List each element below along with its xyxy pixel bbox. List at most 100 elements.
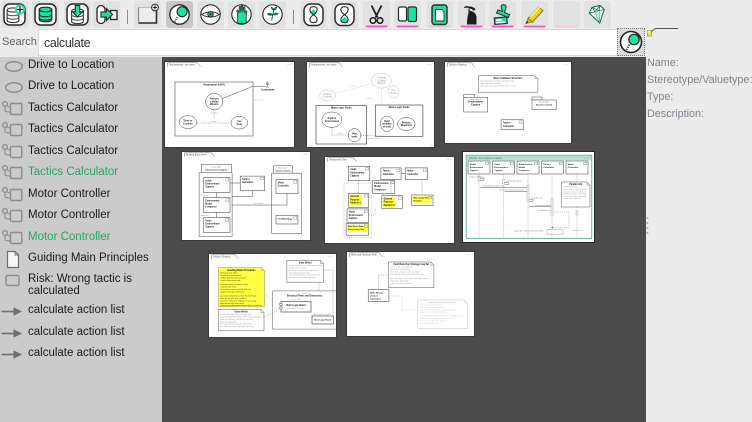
svg-text:Processing Chip: Processing Chip — [347, 228, 364, 231]
svg-text:«connector»: «connector» — [199, 213, 208, 216]
svg-text:safety the the gets with being: safety the the gets with being — [220, 290, 244, 293]
svg-text:Environment: Environment — [205, 222, 219, 225]
svg-text:Building Block View: Building Block View — [186, 154, 206, 156]
svg-text:Tactics: Tactics — [242, 177, 250, 180]
svg-text:Motor: Motor — [407, 169, 413, 172]
svg-text:« extend »: « extend » — [210, 120, 218, 123]
svg-text:uses mission: uses mission — [254, 99, 264, 101]
svg-text:modules: modules — [382, 123, 392, 125]
svg-text:analyze audio signal: analyze audio signal — [469, 176, 485, 178]
svg-text:Location: Location — [183, 122, 193, 125]
svg-text:«plan»: «plan» — [337, 133, 342, 135]
svg-text:Risks and Technical Debt: Risks and Technical Debt — [351, 254, 377, 257]
svg-text:Guiding Main Principles: Guiding Main Principles — [227, 269, 256, 272]
svg-text:I/O Watchdog: I/O Watchdog — [277, 217, 292, 220]
svg-text:«connector»: «connector» — [199, 193, 208, 196]
svg-text:create 3d scene: create 3d scene — [531, 196, 543, 199]
svg-text:Model: Model — [519, 167, 526, 169]
svg-text:Capture: Capture — [470, 169, 479, 172]
svg-text:na 1/1: na 1/1 — [466, 254, 471, 256]
svg-text:Capture: Capture — [471, 103, 481, 106]
svg-text:Solution Strategy: Solution Strategy — [449, 64, 467, 67]
svg-text:Fault Detection (main layer): Fault Detection (main layer) — [429, 301, 456, 304]
svg-text:Inner World: Inner World — [298, 261, 311, 264]
svg-text:Environment: Environment — [205, 199, 219, 202]
svg-text:Purpose: Purpose — [350, 199, 360, 201]
svg-text:Electrical Parts and Electroni: Electrical Parts and Electronics — [286, 294, 322, 297]
svg-text:Outer World: Outer World — [234, 310, 248, 313]
svg-text:Environment Capture: Environment Capture — [205, 168, 228, 171]
svg-text:Environment: Environment — [350, 171, 364, 174]
svg-text:Capture: Capture — [205, 185, 214, 188]
svg-text:Main Logic Tasks: Main Logic Tasks — [331, 106, 352, 109]
svg-text:Video: Video — [205, 220, 212, 222]
svg-text:General: General — [350, 196, 359, 198]
svg-text:Environment: Environment — [374, 182, 388, 185]
svg-text:na 1/1: na 1/1 — [287, 64, 292, 66]
svg-text:na 1/1: na 1/1 — [564, 64, 569, 66]
svg-text:which being with sensor main t: which being with sensor main tasks about — [390, 273, 425, 276]
svg-text:sensor which safety the: sensor which safety the — [564, 197, 582, 200]
svg-text:Calculator: Calculator — [543, 166, 554, 169]
svg-text:precalculated: precalculated — [573, 229, 583, 232]
svg-text:«base logic»: «base logic» — [211, 166, 222, 168]
svg-text:Capture: Capture — [494, 169, 503, 172]
svg-text:System Control: System Control — [275, 169, 290, 172]
svg-text:update time «day» action list: update time «day» action list for 400ms — [514, 230, 544, 233]
svg-text:General: General — [383, 198, 392, 200]
svg-text:Chart: Chart — [384, 119, 390, 122]
svg-text:Perform: Perform — [401, 122, 410, 124]
svg-text:Motor: Motor — [568, 163, 574, 166]
svg-text:«base logic»: «base logic» — [538, 102, 549, 104]
svg-text:Solution Strategy: Solution Strategy — [212, 255, 230, 258]
svg-text:na 1/1: na 1/1 — [584, 158, 589, 160]
svg-text:Controller: Controller — [407, 172, 418, 175]
svg-text:Use: Use — [391, 90, 396, 92]
svg-text:«uses model»: «uses model» — [252, 202, 263, 204]
svg-text:Model: Model — [205, 203, 212, 205]
svg-text:calculated: calculated — [370, 297, 381, 300]
svg-text:Movement: Movement — [400, 124, 412, 127]
svg-text:Tools: Tools — [390, 92, 397, 94]
svg-text:Commander: Commander — [261, 89, 275, 91]
svg-text:«performs tasks»: «performs tasks» — [367, 137, 379, 140]
svg-text:na 1/1: na 1/1 — [447, 159, 452, 161]
svg-text:Video: Video — [348, 211, 355, 213]
svg-text:Hexacopter (UAV): Hexacopter (UAV) — [203, 83, 224, 86]
svg-text:Partition 2: Partition 2 — [383, 203, 395, 206]
svg-text:System Control: System Control — [536, 103, 553, 106]
svg-text:Calculator: Calculator — [382, 172, 393, 175]
svg-text:Mission: Mission — [377, 83, 386, 85]
svg-text:Real-Time Video: Real-Time Video — [347, 226, 364, 228]
svg-text:Environment: Environment — [348, 213, 362, 216]
svg-text:about sensor which also logic: about sensor which also logic plan — [420, 311, 447, 314]
svg-text:Location: Location — [322, 95, 332, 98]
svg-text:tasks: tasks — [351, 135, 358, 138]
svg-text:Requirements: use cases: Requirements: use cases — [169, 63, 196, 66]
svg-text:Audio: Audio — [350, 168, 357, 171]
svg-text:na 1/1: na 1/1 — [427, 64, 432, 66]
svg-text:Runtime: from Capture to tacti: Runtime: from Capture to tactics — [469, 157, 503, 160]
svg-text:Model: Model — [374, 186, 381, 188]
svg-text:Requirements: and tasks: Requirements: and tasks — [311, 63, 337, 66]
svg-text:Use: Use — [237, 121, 242, 123]
svg-text:Base Logic Tasks: Base Logic Tasks — [388, 106, 410, 109]
svg-text:Environment: Environment — [205, 182, 219, 185]
svg-text:Audio: Audio — [470, 163, 477, 166]
svg-text:main with data the and: main with data the and — [420, 322, 438, 325]
svg-text:Capture: Capture — [348, 217, 357, 220]
svg-text:Capture: Capture — [205, 225, 214, 228]
svg-text:na 1/1: na 1/1 — [303, 154, 308, 156]
svg-text:Environment: Environment — [324, 119, 338, 122]
svg-text:Tactics: Tactics — [382, 169, 390, 172]
svg-text:Controller: Controller — [568, 166, 579, 169]
svg-text:Video: Video — [494, 164, 501, 166]
svg-text:Fault Detection Strategy may f: Fault Detection Strategy may fail — [393, 263, 429, 266]
svg-text:Controller: Controller — [277, 184, 288, 187]
svg-text:v1: v1 — [430, 145, 432, 147]
svg-text:Perform: Perform — [377, 77, 386, 79]
svg-text:a Valley: a Valley — [377, 80, 386, 82]
svg-text:gets also plan module plan log: gets also plan module plan logic also be… — [220, 325, 254, 328]
svg-text:«d»: «d» — [375, 189, 378, 191]
svg-text:Calculator: Calculator — [242, 181, 253, 184]
